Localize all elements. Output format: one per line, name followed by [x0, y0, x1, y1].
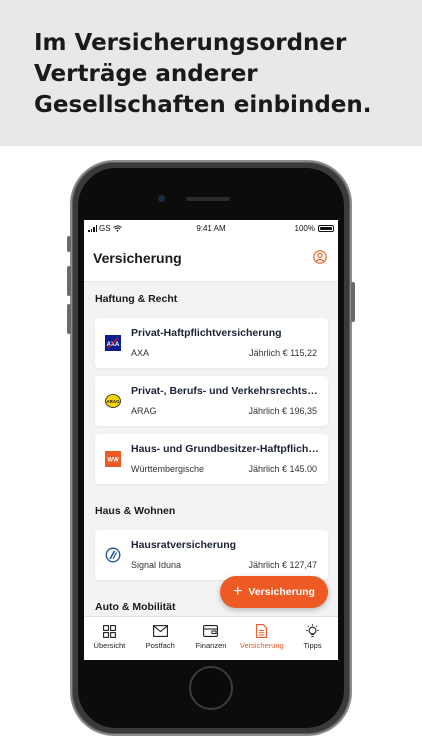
- insurance-card-hausrat[interactable]: Hausratversicherung Signal Iduna Jährlic…: [95, 530, 328, 580]
- headline-banner: Im Versicherungsordner Verträge anderer …: [0, 0, 422, 146]
- earpiece-speaker: [186, 197, 230, 201]
- tab-uebersicht[interactable]: Übersicht: [84, 617, 135, 660]
- contract-price: Jährlich € 127,47: [248, 560, 317, 570]
- contract-name: Privat-Haftpflichtversicherung: [131, 327, 282, 339]
- contract-name: Hausratversicherung: [131, 539, 237, 551]
- mute-switch: [67, 236, 71, 252]
- svg-text:ARAG: ARAG: [106, 399, 120, 404]
- status-bar: GS 9:41 AM 100%: [84, 220, 338, 238]
- add-insurance-label: Versicherung: [248, 586, 315, 598]
- volume-down-button: [67, 304, 71, 334]
- company-name: Württembergische: [131, 464, 205, 474]
- headline: Im Versicherungsordner Verträge anderer …: [34, 28, 404, 121]
- front-camera: [158, 195, 165, 202]
- battery-icon: [318, 225, 334, 232]
- insurance-card-privat-haftpflicht[interactable]: AXA Privat-Haftpflichtversicherung AXA J…: [95, 318, 328, 368]
- tab-bar: Übersicht Postfach Finanzen Versicherung…: [84, 616, 338, 660]
- arag-logo: ARAG: [105, 393, 121, 409]
- app-bar: Versicherung: [84, 238, 338, 282]
- add-insurance-button[interactable]: + Versicherung: [220, 576, 328, 608]
- volume-up-button: [67, 266, 71, 296]
- insurance-card-haus-grundbesitzer[interactable]: WW Haus- und Grundbesitzer-Haftpflichtve…: [95, 434, 328, 484]
- section-title-haftung-recht: Haftung & Recht: [95, 293, 178, 305]
- axa-logo: AXA: [105, 335, 121, 351]
- wuerttembergische-logo: WW: [105, 451, 121, 467]
- section-title-haus-wohnen: Haus & Wohnen: [95, 505, 176, 517]
- headline-line-1: Im Versicherungsordner: [34, 30, 347, 56]
- tab-finanzen[interactable]: Finanzen: [186, 617, 237, 660]
- app-screen: GS 9:41 AM 100% Versicherung Haftung & R…: [84, 220, 338, 660]
- mail-icon: [152, 624, 168, 638]
- section-title-auto-mobilitaet: Auto & Mobilität: [95, 601, 176, 613]
- signal-iduna-logo: [105, 547, 121, 563]
- svg-text:WW: WW: [107, 458, 119, 464]
- tab-label: Postfach: [145, 641, 175, 650]
- headline-line-3: Gesellschaften einbinden.: [34, 92, 372, 118]
- tab-label: Finanzen: [195, 641, 227, 650]
- contract-price: Jährlich € 115,22: [249, 348, 317, 358]
- company-name: AXA: [131, 348, 150, 358]
- lightbulb-icon: [305, 623, 321, 638]
- profile-icon[interactable]: [313, 250, 327, 264]
- headline-line-2: Verträge anderer: [34, 61, 258, 87]
- wallet-icon: [203, 624, 219, 638]
- contract-name: Haus- und Grundbesitzer-Haftpflichtversi…: [131, 443, 321, 455]
- grid-icon: [101, 624, 117, 638]
- contract-name: Privat-, Berufs- und Verkehrsrechtsschut…: [131, 385, 321, 397]
- plus-icon: +: [233, 583, 243, 600]
- insurance-card-rechtsschutz[interactable]: ARAG Privat-, Berufs- und Verkehrsrechts…: [95, 376, 328, 426]
- tab-label: Übersicht: [93, 641, 126, 650]
- tab-tipps[interactable]: Tipps: [287, 617, 338, 660]
- contract-price: Jährlich € 145.00: [248, 464, 317, 474]
- company-name: ARAG: [131, 406, 157, 416]
- battery-percent: 100%: [294, 224, 315, 233]
- tab-versicherung[interactable]: Versicherung: [236, 617, 287, 660]
- document-icon: [254, 624, 270, 638]
- company-name: Signal Iduna: [131, 560, 182, 570]
- tab-label: Tipps: [303, 641, 322, 650]
- home-button[interactable]: [189, 666, 233, 710]
- status-bar-right: 100%: [295, 224, 334, 233]
- tab-label: Versicherung: [239, 641, 284, 650]
- power-button: [351, 282, 355, 322]
- contract-price: Jährlich € 196,35: [248, 406, 317, 416]
- page-title: Versicherung: [93, 250, 182, 266]
- tab-postfach[interactable]: Postfach: [135, 617, 186, 660]
